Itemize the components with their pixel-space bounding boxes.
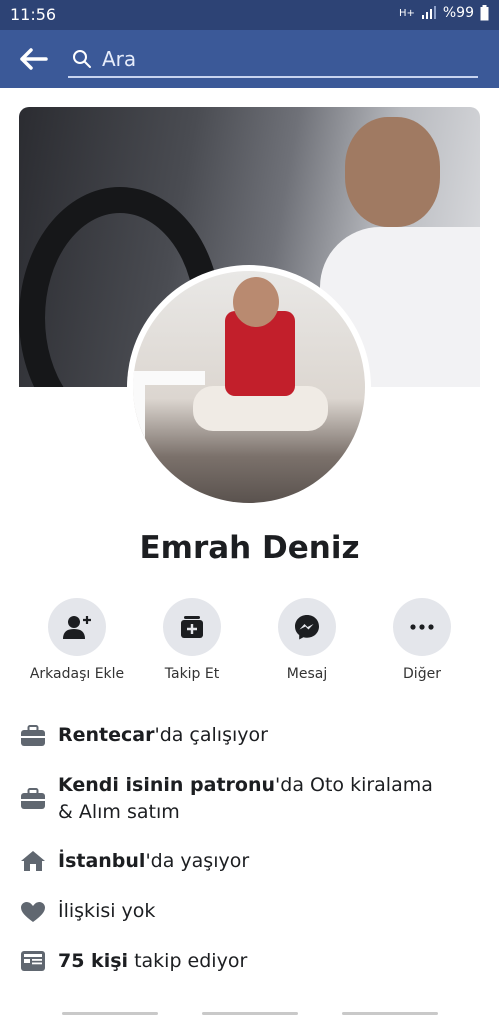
add-friend-icon [63, 616, 91, 639]
battery-level: %99 [442, 5, 474, 21]
city-link[interactable]: İstanbul [58, 850, 145, 872]
search-icon [73, 50, 91, 68]
follow-icon [181, 616, 203, 638]
followers-icon [21, 951, 45, 971]
add-friend-label: Arkadaşı Ekle [29, 666, 125, 682]
status-bar: 11:56 H+ %99 [0, 0, 499, 30]
work-text: 'da çalışıyor [154, 724, 268, 746]
system-icons: H+ %99 [399, 5, 489, 21]
briefcase-icon [21, 725, 45, 746]
clock: 11:56 [10, 5, 57, 24]
more-label: Diğer [403, 666, 441, 682]
signal-icon [421, 6, 436, 19]
message-label: Mesaj [286, 666, 328, 682]
briefcase-icon [21, 788, 45, 809]
search-input[interactable] [100, 44, 474, 74]
home-icon [21, 851, 45, 871]
messenger-icon [295, 615, 319, 640]
more-icon [410, 624, 434, 630]
follow-button[interactable]: Takip Et [132, 598, 252, 682]
back-arrow-icon[interactable] [18, 44, 50, 74]
relationship-text: İlişkisi yok [58, 900, 156, 922]
home-text: 'da yaşıyor [145, 850, 250, 872]
followers-count[interactable]: 75 kişi [58, 950, 128, 972]
top-bar [0, 30, 499, 88]
search-box[interactable] [68, 42, 478, 78]
employer-link[interactable]: Kendi isinin patronu [58, 774, 275, 796]
battery-icon [480, 5, 489, 21]
heart-icon [21, 902, 45, 922]
add-friend-button[interactable]: Arkadaşı Ekle [17, 598, 137, 682]
more-button[interactable]: Diğer [362, 598, 482, 682]
network-type: H+ [398, 7, 415, 19]
profile-name: Emrah Deniz [139, 530, 360, 566]
message-button[interactable]: Mesaj [247, 598, 367, 682]
gesture-bar [0, 1004, 499, 1024]
profile-picture[interactable] [127, 265, 371, 509]
follow-label: Takip Et [164, 666, 220, 682]
employer-link[interactable]: Rentecar [58, 724, 154, 746]
followers-text: takip ediyor [128, 950, 248, 972]
profile-actions: Arkadaşı Ekle Takip Et Mesaj Diğer [0, 598, 499, 688]
